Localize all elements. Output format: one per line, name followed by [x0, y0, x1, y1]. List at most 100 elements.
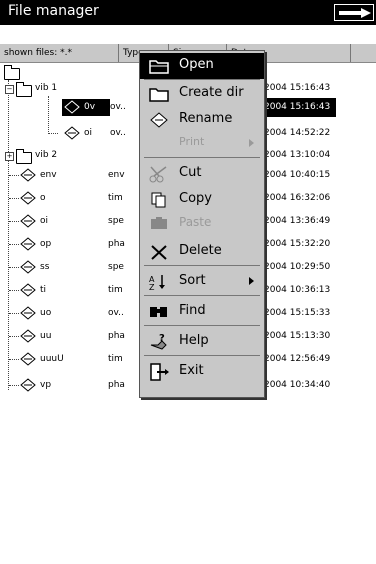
tree-row-date: 2004 10:36:13 [264, 285, 331, 295]
menu-item-label: Copy [179, 191, 212, 206]
file-icon [20, 378, 36, 392]
delete-icon [151, 245, 167, 260]
menu-item-paste: Paste [140, 213, 264, 235]
tree-row-date: 2004 10:40:15 [264, 170, 331, 180]
menu-item-label: Exit [179, 363, 204, 378]
file-icon [64, 126, 80, 140]
file-icon [20, 329, 36, 343]
tree-row-name: oi [40, 216, 49, 226]
tree-row-name: uo [40, 308, 52, 318]
menu-item-delete[interactable]: Delete [140, 239, 264, 265]
filter-column-header[interactable]: shown files: *.* [0, 44, 119, 62]
tree-row-name: ti [40, 285, 47, 295]
tree-row-date: 2004 15:16:43 [264, 83, 331, 93]
tree-row-name: 0v [84, 102, 96, 112]
tree-row-type: pha [108, 331, 125, 341]
tree-row-name: vib 1 [35, 83, 58, 93]
menu-item-print: Print [140, 133, 264, 155]
menu-item-label: Delete [179, 243, 222, 258]
arrow-right-icon [339, 8, 371, 18]
menu-item-label: Help [179, 333, 209, 348]
open-folder-icon [149, 60, 169, 74]
svg-text:?: ? [159, 333, 165, 344]
paste-icon [151, 217, 167, 229]
file-icon [20, 191, 36, 205]
exit-door-icon [150, 363, 169, 381]
tree-row-type: spe [108, 262, 124, 272]
menu-item-label: Print [179, 135, 205, 148]
file-icon [20, 260, 36, 274]
tree-row-name: env [40, 170, 57, 180]
tree-row-name: vib 2 [35, 150, 58, 160]
file-icon [20, 306, 36, 320]
menu-item-label: Cut [179, 165, 202, 180]
tree-row-name: o [40, 193, 46, 203]
tree-row-date: 2004 15:32:20 [264, 239, 331, 249]
tree-row-type: ov.. [108, 308, 124, 318]
context-menu: Open Create dir Rename Print Cut Copy Pa… [139, 50, 265, 398]
menu-item-label: Sort [179, 273, 206, 288]
tree-row-date: 2004 13:10:04 [264, 150, 331, 160]
menu-item-label: Create dir [179, 85, 244, 100]
tree-row-date: 2004 15:13:30 [264, 331, 331, 341]
folder-icon [149, 88, 169, 102]
window-title: File manager [8, 3, 99, 19]
file-icon [20, 214, 36, 228]
tree-row-type: tim [108, 193, 123, 203]
svg-text:Z: Z [149, 283, 155, 291]
tree-row-type: tim [108, 285, 123, 295]
tree-row-type: pha [108, 239, 125, 249]
title-bar: File manager [0, 0, 376, 25]
tree-row-date: 2004 10:34:40 [264, 380, 331, 390]
file-icon [20, 352, 36, 366]
tree-row-name: ss [40, 262, 50, 272]
tree-row-name: op [40, 239, 52, 249]
tree-row-name: oi [84, 128, 93, 138]
tree-row-type: spe [108, 216, 124, 226]
tree-row-date: 2004 14:52:22 [264, 128, 331, 138]
tree-row-date: 2004 15:15:33 [264, 308, 331, 318]
help-icon: ? [150, 333, 167, 350]
folder-icon [16, 149, 32, 164]
menu-item-copy[interactable]: Copy [140, 187, 264, 213]
menu-item-help[interactable]: ? Help [140, 329, 264, 355]
file-icon [20, 237, 36, 251]
tree-row-date: 2004 13:36:49 [264, 216, 331, 226]
file-icon [20, 168, 36, 182]
collapse-icon[interactable]: − [5, 85, 14, 94]
menu-item-cut[interactable]: Cut [140, 161, 264, 187]
exit-arrow-button[interactable] [334, 4, 374, 21]
submenu-arrow-icon [249, 139, 254, 147]
menu-item-label: Open [179, 57, 214, 72]
tree-row-type: ov.. [110, 128, 126, 138]
tree-row-name: uu [40, 331, 52, 341]
tree-row-date: 2004 16:32:06 [264, 193, 331, 203]
file-icon [64, 100, 80, 114]
menu-item-open[interactable]: Open [140, 53, 264, 79]
tree-row-date: 2004 10:29:50 [264, 262, 331, 272]
tree-row-type: pha [108, 380, 125, 390]
file-icon [20, 283, 36, 297]
folder-icon [16, 82, 32, 97]
menu-item-rename[interactable]: Rename [140, 107, 264, 133]
submenu-arrow-icon [249, 277, 254, 285]
copy-icon [151, 192, 166, 208]
menu-item-sort[interactable]: AZ Sort [140, 269, 264, 295]
menu-item-label: Find [179, 303, 206, 318]
menu-item-label: Paste [179, 215, 212, 229]
menu-item-create-dir[interactable]: Create dir [140, 81, 264, 107]
menu-item-label: Rename [179, 111, 233, 126]
tree-row-date: 2004 15:16:43 [264, 98, 337, 117]
menu-item-find[interactable]: Find [140, 299, 264, 325]
tree-row-date: 2004 12:56:49 [264, 354, 331, 364]
scissors-icon [149, 166, 167, 183]
tree-row-name: vp [40, 380, 52, 390]
sort-az-icon: AZ [149, 275, 165, 291]
menu-item-exit[interactable]: Exit [140, 359, 264, 385]
expand-icon[interactable]: + [5, 152, 14, 161]
tree-row-type: tim [108, 354, 123, 364]
tree-row-name: uuuU [40, 354, 64, 364]
binoculars-icon [150, 307, 167, 317]
tree-row-type: env [108, 170, 125, 180]
rename-icon [150, 112, 168, 128]
